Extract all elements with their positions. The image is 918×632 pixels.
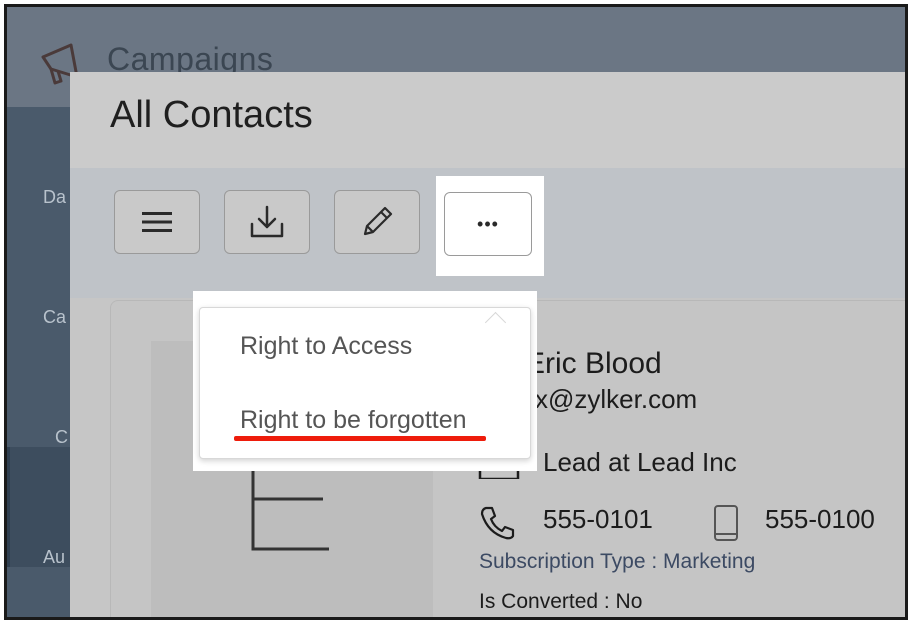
more-options-button[interactable]: ••• — [444, 192, 532, 256]
sidebar-item-contacts[interactable]: C — [55, 427, 68, 448]
contact-mobile: 555-0100 — [765, 504, 875, 534]
mobile-icon — [714, 505, 738, 541]
contact-company: Lead at Lead Inc — [543, 447, 737, 477]
sidebar-item-dashboard[interactable]: Da — [43, 187, 66, 208]
contact-phone: 555-0101 — [543, 504, 653, 534]
panel-header: All Contacts — [70, 72, 905, 168]
highlight-underline — [234, 436, 486, 441]
sidebar-item-automation[interactable]: Au — [43, 547, 65, 568]
pencil-icon — [363, 206, 393, 236]
page-title: All Contacts — [110, 94, 313, 136]
dropdown-highlight: Right to Access Right to be forgotten — [193, 291, 537, 471]
more-icon: ••• — [477, 213, 499, 234]
list-view-button[interactable] — [114, 190, 200, 254]
is-converted: Is Converted : No — [479, 590, 643, 613]
screenshot-frame: Campaigns Da Ca C Au All Contacts ••• Er… — [4, 4, 908, 620]
menu-icon — [142, 212, 172, 232]
dropdown-caret — [484, 311, 507, 334]
sidebar-item-campaigns[interactable]: Ca — [43, 307, 66, 328]
phone-icon — [480, 506, 515, 540]
contact-email: x@zylker.com — [535, 384, 698, 414]
subscription-type: Subscription Type : Marketing — [479, 550, 756, 573]
download-icon — [250, 205, 284, 238]
edit-button[interactable] — [334, 190, 420, 254]
menu-item-right-to-access[interactable]: Right to Access — [240, 332, 412, 361]
contact-name: Eric Blood — [525, 347, 662, 380]
download-button[interactable] — [224, 190, 310, 254]
more-button-highlight: ••• — [436, 176, 544, 276]
app-sidebar: Da Ca C Au — [7, 107, 75, 617]
menu-item-right-to-be-forgotten[interactable]: Right to be forgotten — [240, 406, 467, 435]
